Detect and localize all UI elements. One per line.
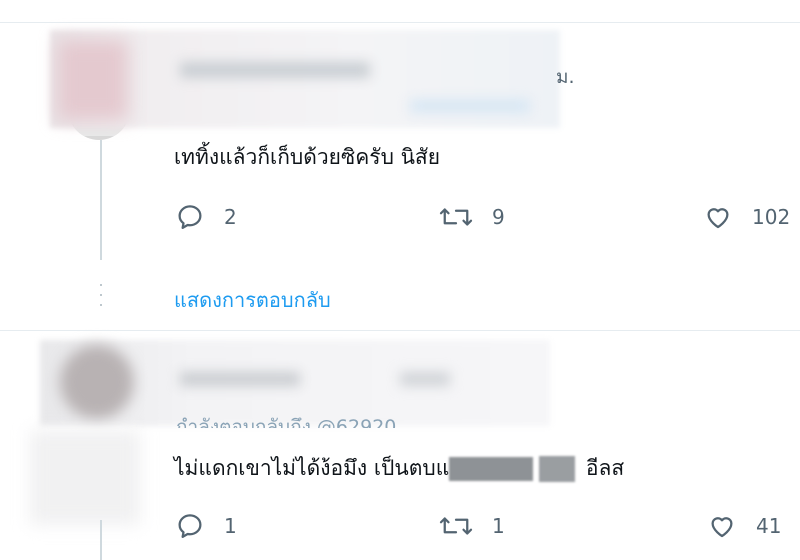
like-icon (706, 511, 738, 541)
blurred-time (400, 372, 450, 386)
avatar[interactable] (60, 345, 134, 419)
blurred-avatar-photo (58, 40, 128, 120)
thread-dot (100, 294, 102, 296)
like-icon (702, 202, 734, 232)
thread-line (100, 520, 102, 560)
censored-word (539, 456, 576, 482)
retweet-button[interactable]: 9 (438, 202, 505, 232)
retweet-icon (438, 202, 474, 232)
reply-icon (174, 202, 206, 232)
thread-dot (100, 284, 102, 286)
retweet-count: 1 (492, 514, 505, 538)
retweet-count: 9 (492, 205, 505, 229)
tweet-text-part: ไม่แดกเขาไม่ได้ง้อมึง เป็นตบแ (174, 456, 450, 480)
reply-icon (174, 511, 206, 541)
tweet-thread: ม. เททิ้งแล้วก็เก็บด้วยซิครับ นิสัย 2 9 … (0, 0, 800, 560)
timestamp-fragment: ม. (556, 66, 575, 88)
blurred-name (180, 372, 300, 386)
like-count: 102 (752, 205, 791, 229)
reply-count: 1 (224, 514, 237, 538)
like-button[interactable]: 41 (706, 511, 781, 541)
retweet-icon (438, 511, 474, 541)
retweet-button[interactable]: 1 (438, 511, 505, 541)
blurred-handle (410, 100, 530, 112)
reply-button[interactable]: 1 (174, 511, 237, 541)
thread-dot (100, 304, 102, 306)
tweet-text: ไม่แดกเขาไม่ได้ง้อมึง เป็นตบแ อีลส (174, 454, 624, 482)
reply-button[interactable]: 2 (174, 202, 237, 232)
thread-line (100, 140, 102, 260)
divider (0, 22, 800, 23)
reply-count: 2 (224, 205, 237, 229)
like-count: 41 (756, 514, 782, 538)
like-button[interactable]: 102 (702, 202, 790, 232)
blurred-gutter (30, 430, 140, 525)
blurred-name (180, 62, 370, 78)
divider (0, 330, 800, 331)
tweet-text: เททิ้งแล้วก็เก็บด้วยซิครับ นิสัย (174, 145, 441, 169)
show-replies-link[interactable]: แสดงการตอบกลับ (174, 284, 331, 316)
censored-word (449, 457, 534, 481)
replying-to[interactable]: กำลังตอบกลับถึง @62920_ (176, 414, 406, 428)
tweet-text-part: อีลส (579, 456, 625, 480)
